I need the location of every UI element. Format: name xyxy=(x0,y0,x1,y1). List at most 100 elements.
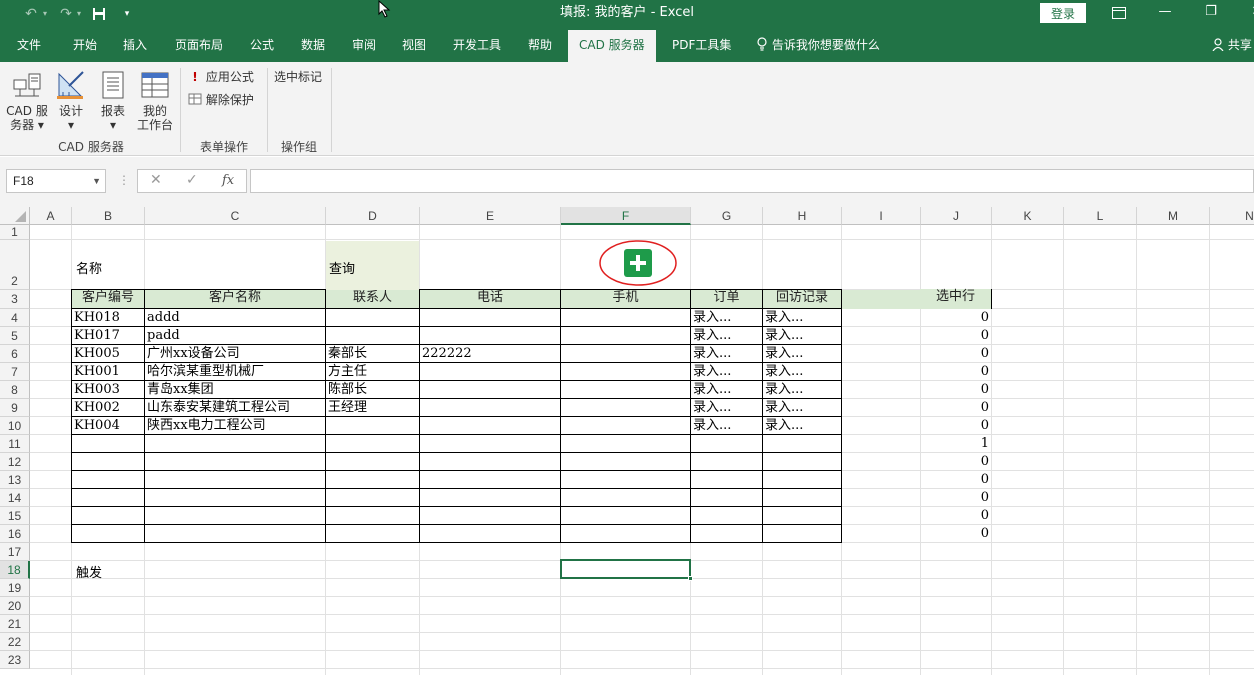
column-header-e[interactable]: E xyxy=(420,207,561,225)
report-button[interactable]: 报表 ▾ xyxy=(95,70,131,132)
column-header-n[interactable]: N xyxy=(1210,207,1254,225)
table-cell-order[interactable]: 录入... xyxy=(693,417,761,435)
table-cell-id[interactable]: KH018 xyxy=(74,309,143,327)
unprotect-button[interactable]: 解除保护 xyxy=(188,92,254,108)
column-header-f[interactable]: F xyxy=(561,207,691,225)
restore-button[interactable]: ❐ xyxy=(1188,0,1234,26)
table-cell-visit[interactable]: 录入... xyxy=(765,417,840,435)
selected-cell-f18[interactable] xyxy=(560,559,691,579)
table-cell-phone[interactable]: 222222 xyxy=(422,345,559,363)
table-cell-order[interactable]: 录入... xyxy=(693,327,761,345)
table-header-cell[interactable]: 联系人 xyxy=(325,289,420,309)
selected-flag-cell[interactable]: 0 xyxy=(921,399,989,417)
table-cell-name[interactable]: padd xyxy=(147,327,324,345)
table-cell-name[interactable]: 哈尔滨某重型机械厂 xyxy=(147,363,324,381)
select-all-corner[interactable] xyxy=(0,207,30,225)
row-header-1[interactable]: 1 xyxy=(0,225,30,240)
table-header-cell[interactable]: 手机 xyxy=(560,289,691,309)
row-header-18[interactable]: 18 xyxy=(0,561,30,579)
tab-view[interactable]: 视图 xyxy=(402,28,426,62)
row-header-12[interactable]: 12 xyxy=(0,453,30,471)
minimize-button[interactable]: — xyxy=(1142,0,1188,26)
row-header-10[interactable]: 10 xyxy=(0,417,30,435)
row-header-19[interactable]: 19 xyxy=(0,579,30,597)
tab-home[interactable]: 开始 xyxy=(73,28,97,62)
tab-insert[interactable]: 插入 xyxy=(123,28,147,62)
table-cell-order[interactable]: 录入... xyxy=(693,363,761,381)
share-button[interactable]: 共享 xyxy=(1212,28,1252,62)
redo-dropdown-icon[interactable]: ▾ xyxy=(74,4,84,24)
design-button[interactable]: 设计 ▾ xyxy=(52,70,90,132)
my-workbench-button[interactable]: 我的 工作台 xyxy=(134,70,176,132)
selected-flag-cell[interactable]: 0 xyxy=(921,507,989,525)
table-cell-id[interactable]: KH017 xyxy=(74,327,143,345)
formula-input[interactable] xyxy=(250,169,1254,193)
table-header-cell[interactable]: 客户编号 xyxy=(71,289,145,309)
cad-server-button[interactable]: CAD 服 务器 ▾ xyxy=(5,70,49,132)
selected-flag-cell[interactable]: 0 xyxy=(921,489,989,507)
table-cell-order[interactable]: 录入... xyxy=(693,399,761,417)
row-header-2[interactable]: 2 xyxy=(0,240,30,290)
table-cell-contact[interactable]: 秦部长 xyxy=(328,345,418,363)
column-header-j[interactable]: J xyxy=(921,207,992,225)
row-header-23[interactable]: 23 xyxy=(0,651,30,669)
selected-flag-cell[interactable]: 0 xyxy=(921,345,989,363)
column-header-a[interactable]: A xyxy=(30,207,72,225)
table-cell-contact[interactable]: 方主任 xyxy=(328,363,418,381)
row-header-21[interactable]: 21 xyxy=(0,615,30,633)
selected-flag-cell[interactable]: 0 xyxy=(921,453,989,471)
row-header-3[interactable]: 3 xyxy=(0,290,30,309)
selected-flag-cell[interactable]: 0 xyxy=(921,381,989,399)
tab-formulas[interactable]: 公式 xyxy=(250,28,274,62)
tab-developer[interactable]: 开发工具 xyxy=(453,28,501,62)
chevron-down-icon[interactable]: ▼ xyxy=(92,170,101,192)
add-record-button[interactable] xyxy=(598,240,680,288)
table-cell-contact[interactable]: 陈部长 xyxy=(328,381,418,399)
row-header-4[interactable]: 4 xyxy=(0,309,30,327)
table-cell-id[interactable]: KH005 xyxy=(74,345,143,363)
close-button[interactable]: ✕ xyxy=(1234,0,1254,26)
selected-row-header[interactable]: 选中行 xyxy=(920,289,992,309)
table-header-cell[interactable]: 客户名称 xyxy=(144,289,326,309)
table-cell-order[interactable]: 录入... xyxy=(693,309,761,327)
table-cell-id[interactable]: KH003 xyxy=(74,381,143,399)
label-trigger[interactable]: 触发 xyxy=(76,562,102,581)
table-header-cell[interactable]: 订单 xyxy=(690,289,763,309)
table-cell-id[interactable]: KH002 xyxy=(74,399,143,417)
tab-pdf-tools[interactable]: PDF工具集 xyxy=(672,28,731,62)
row-header-20[interactable]: 20 xyxy=(0,597,30,615)
select-mark-button[interactable]: 选中标记 xyxy=(274,69,322,85)
table-cell-visit[interactable]: 录入... xyxy=(765,309,840,327)
column-header-i[interactable]: I xyxy=(842,207,921,225)
row-header-22[interactable]: 22 xyxy=(0,633,30,651)
table-cell-visit[interactable]: 录入... xyxy=(765,399,840,417)
row-header-11[interactable]: 11 xyxy=(0,435,30,453)
tab-page-layout[interactable]: 页面布局 xyxy=(175,28,223,62)
column-header-h[interactable]: H xyxy=(763,207,842,225)
login-button[interactable]: 登录 xyxy=(1040,3,1086,23)
table-cell-id[interactable]: KH001 xyxy=(74,363,143,381)
row-header-16[interactable]: 16 xyxy=(0,525,30,543)
query-cell[interactable]: 查询 xyxy=(326,241,419,290)
tell-me-search[interactable]: 告诉我你想要做什么 xyxy=(756,28,880,62)
row-header-6[interactable]: 6 xyxy=(0,345,30,363)
table-cell-visit[interactable]: 录入... xyxy=(765,327,840,345)
table-cell-visit[interactable]: 录入... xyxy=(765,381,840,399)
row-header-5[interactable]: 5 xyxy=(0,327,30,345)
row-header-9[interactable]: 9 xyxy=(0,399,30,417)
column-header-c[interactable]: C xyxy=(145,207,326,225)
save-icon[interactable] xyxy=(89,4,109,24)
fill-handle[interactable] xyxy=(688,576,693,581)
column-header-g[interactable]: G xyxy=(691,207,763,225)
selected-flag-cell[interactable]: 0 xyxy=(921,327,989,345)
table-cell-name[interactable]: 青岛xx集团 xyxy=(147,381,324,399)
table-header-cell[interactable]: 回访记录 xyxy=(762,289,842,309)
selected-flag-cell[interactable]: 0 xyxy=(921,309,989,327)
selected-flag-cell[interactable]: 1 xyxy=(921,435,989,453)
confirm-entry-icon[interactable]: ✓ xyxy=(186,172,198,188)
row-header-14[interactable]: 14 xyxy=(0,489,30,507)
tab-review[interactable]: 审阅 xyxy=(352,28,376,62)
selected-flag-cell[interactable]: 0 xyxy=(921,525,989,543)
undo-dropdown-icon[interactable]: ▾ xyxy=(40,4,50,24)
ribbon-display-options-icon[interactable] xyxy=(1096,0,1142,26)
